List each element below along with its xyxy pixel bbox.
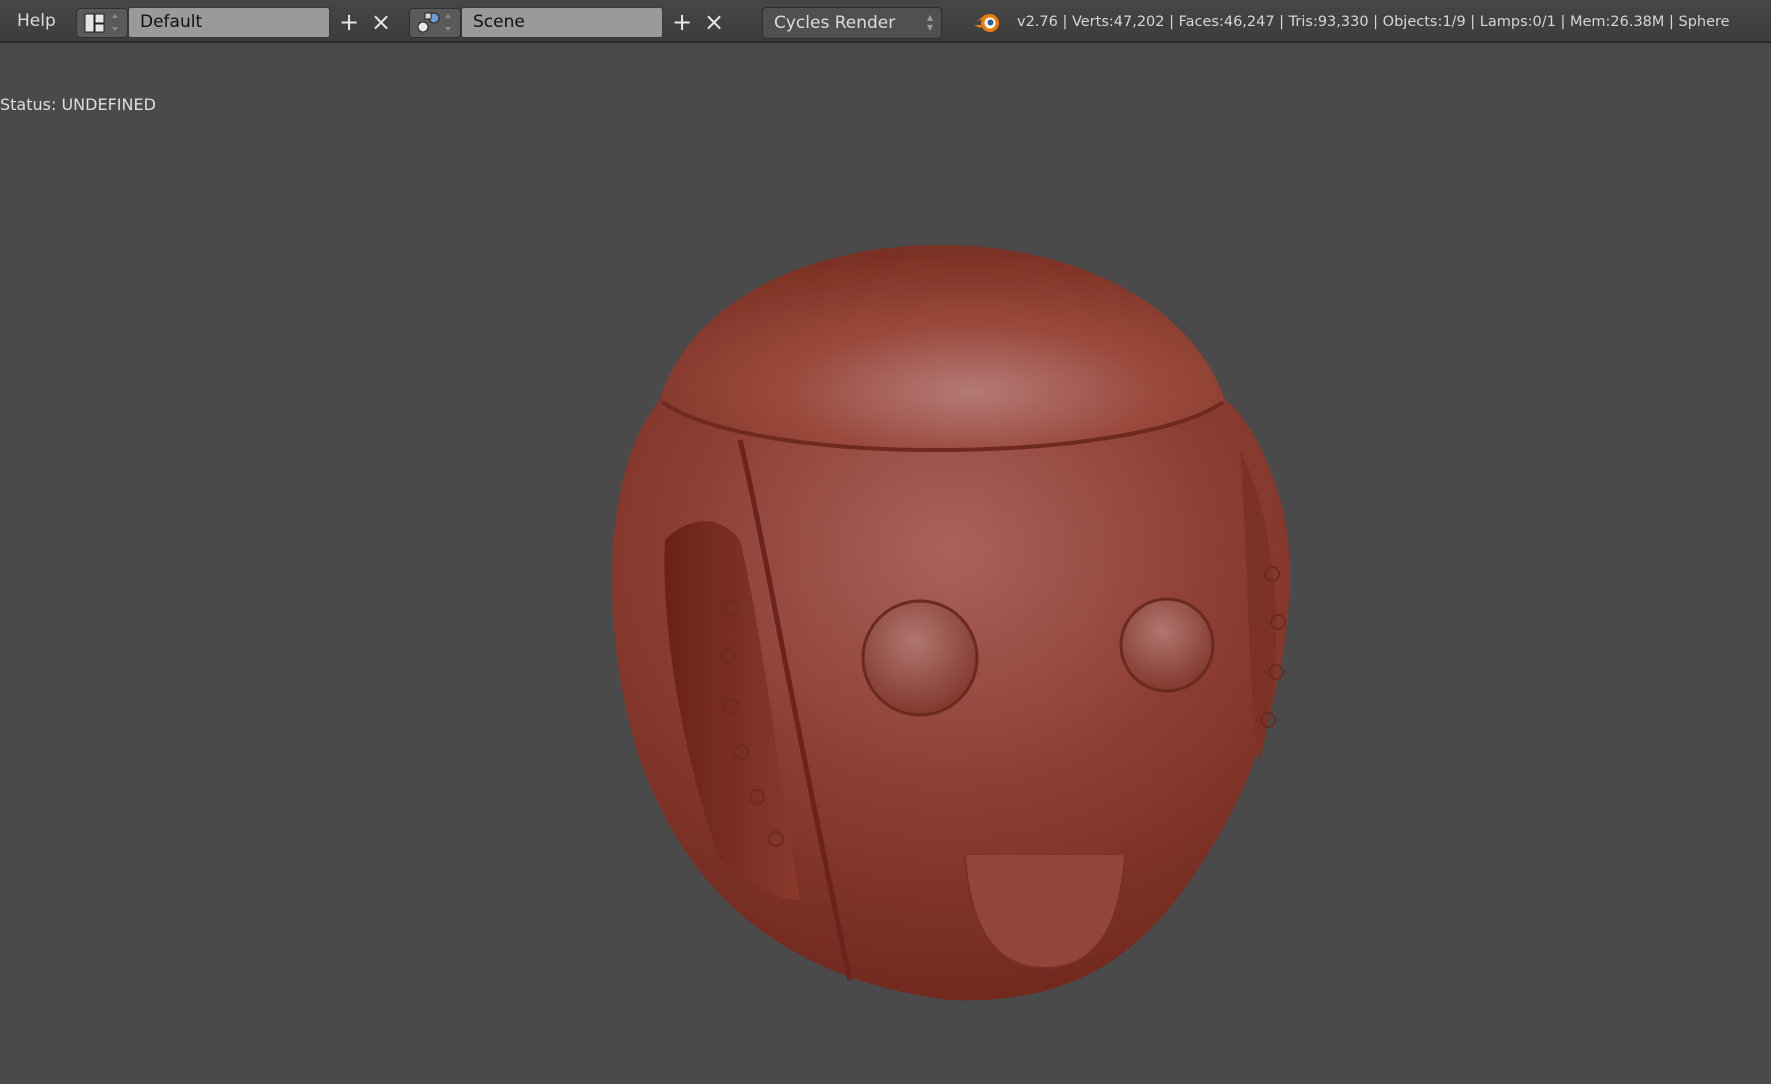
screen-layout-icon xyxy=(84,13,118,33)
add-screen-button[interactable]: + xyxy=(334,8,364,38)
scene-icon xyxy=(417,12,451,33)
remove-screen-button[interactable]: × xyxy=(366,8,396,38)
viewport-status: Status: UNDEFINED xyxy=(0,95,156,114)
render-engine-dropdown[interactable]: Cycles Render ▲ ▼ xyxy=(762,7,942,39)
scene-statistics: v2.76 | Verts:47,202 | Faces:46,247 | Tr… xyxy=(1017,14,1730,30)
scene-field[interactable]: Scene xyxy=(461,7,663,38)
helmet-model xyxy=(612,245,1290,1001)
info-header: Help Default + × Scene + × Cycles Render… xyxy=(0,0,1771,43)
scene-selector[interactable] xyxy=(409,8,461,38)
screen-layout-selector[interactable] xyxy=(76,8,128,38)
3d-viewport[interactable]: Status: UNDEFINED xyxy=(0,43,1771,1080)
render-engine-label: Cycles Render xyxy=(774,13,896,33)
updown-arrows-icon: ▲ ▼ xyxy=(926,13,934,32)
remove-scene-button[interactable]: × xyxy=(699,8,729,38)
right-eye xyxy=(1119,597,1215,693)
screen-layout-field[interactable]: Default xyxy=(128,7,330,38)
left-eye xyxy=(861,599,979,717)
add-scene-button[interactable]: + xyxy=(667,8,697,38)
helmet-dome xyxy=(660,245,1225,449)
blender-logo-icon[interactable] xyxy=(972,8,1004,36)
help-menu[interactable]: Help xyxy=(17,0,56,43)
